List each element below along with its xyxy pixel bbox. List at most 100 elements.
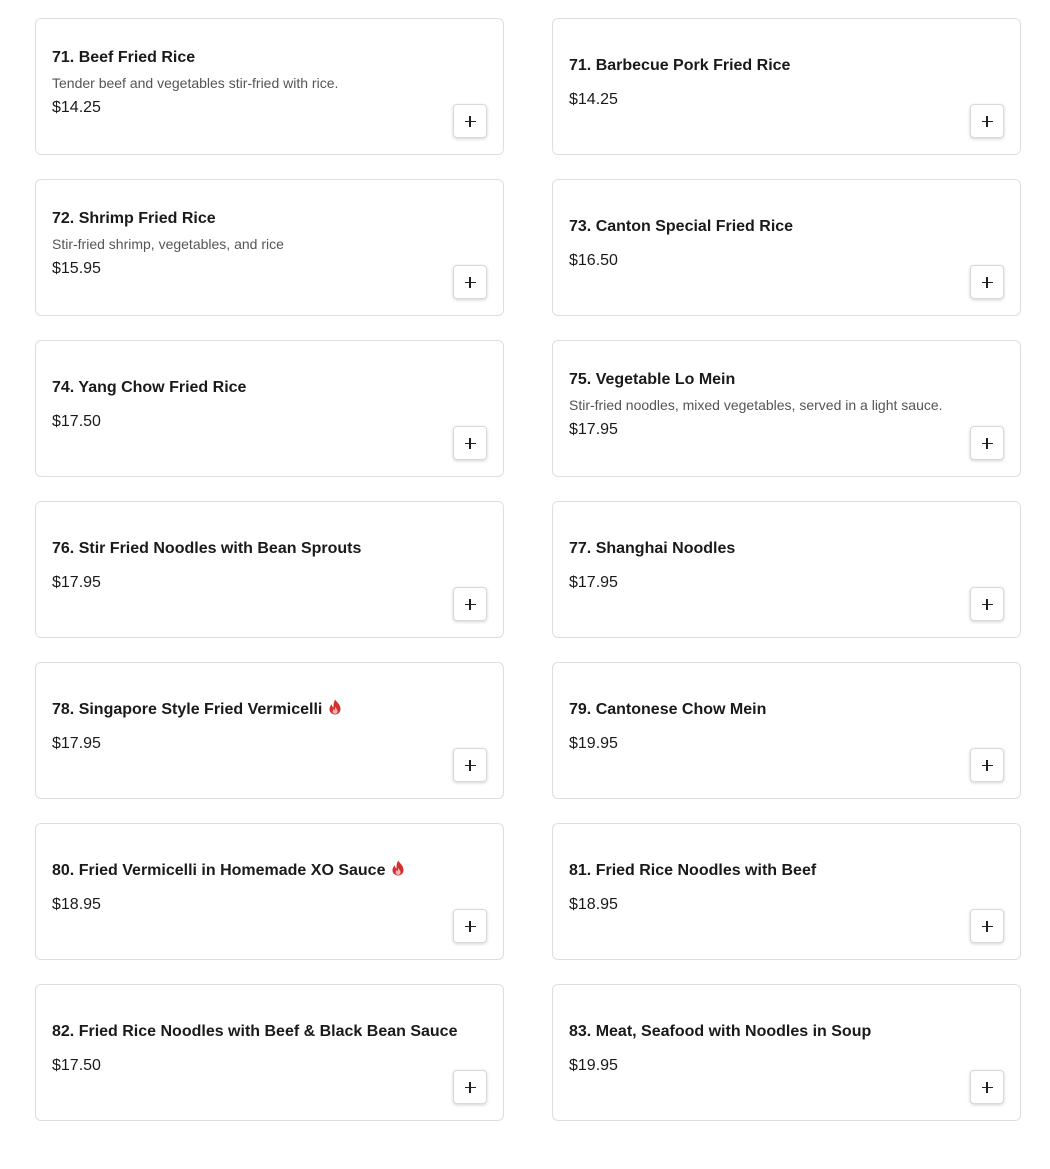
add-to-cart-button[interactable] xyxy=(453,587,487,621)
menu-item-card[interactable]: 72. Shrimp Fried Rice Stir-fried shrimp, … xyxy=(35,179,504,316)
menu-item-name: 72. Shrimp Fried Rice xyxy=(52,209,216,227)
menu-item-info: 71. Barbecue Pork Fried Rice $14.25 xyxy=(569,56,1004,118)
menu-item-price: $14.25 xyxy=(569,90,618,108)
add-to-cart-button[interactable] xyxy=(453,748,487,782)
plus-icon xyxy=(464,920,476,932)
menu-item-name: 76. Stir Fried Noodles with Bean Sprouts xyxy=(52,539,362,557)
plus-icon xyxy=(981,276,993,288)
plus-icon xyxy=(464,276,476,288)
menu-item-price: $18.95 xyxy=(52,895,101,913)
menu-item-name: 82. Fried Rice Noodles with Beef & Black… xyxy=(52,1022,458,1040)
spicy-flame-icon xyxy=(392,860,404,875)
menu-item-card[interactable]: 71. Barbecue Pork Fried Rice $14.25 xyxy=(552,18,1021,155)
menu-item-card[interactable]: 79. Cantonese Chow Mein $19.95 xyxy=(552,662,1021,799)
menu-item-price: $17.95 xyxy=(569,573,618,591)
add-to-cart-button[interactable] xyxy=(970,265,1004,299)
menu-item-price: $14.25 xyxy=(52,98,101,116)
menu-item-name: 74. Yang Chow Fried Rice xyxy=(52,378,247,396)
menu-item-info: 78. Singapore Style Fried Vermicelli $17.… xyxy=(52,699,487,762)
plus-icon xyxy=(981,115,993,127)
menu-item-info: 81. Fried Rice Noodles with Beef $18.95 xyxy=(569,861,1004,923)
menu-item-price: $16.50 xyxy=(569,251,618,269)
menu-item-price: $15.95 xyxy=(52,259,101,277)
menu-item-name-row: 75. Vegetable Lo Mein xyxy=(569,370,1004,390)
menu-item-card[interactable]: 76. Stir Fried Noodles with Bean Sprouts… xyxy=(35,501,504,638)
menu-item-price: $19.95 xyxy=(569,1056,618,1074)
menu-item-name: 78. Singapore Style Fried Vermicelli xyxy=(52,700,323,718)
menu-item-card[interactable]: 73. Canton Special Fried Rice $16.50 xyxy=(552,179,1021,316)
menu-item-name: 71. Barbecue Pork Fried Rice xyxy=(569,56,791,74)
menu-item-name-row: 79. Cantonese Chow Mein xyxy=(569,700,1004,720)
menu-item-name-row: 72. Shrimp Fried Rice xyxy=(52,209,487,229)
add-to-cart-button[interactable] xyxy=(453,104,487,138)
menu-item-card[interactable]: 71. Beef Fried Rice Tender beef and veget… xyxy=(35,18,504,155)
add-to-cart-button[interactable] xyxy=(453,426,487,460)
menu-item-card[interactable]: 81. Fried Rice Noodles with Beef $18.95 xyxy=(552,823,1021,960)
menu-item-card[interactable]: 80. Fried Vermicelli in Homemade XO Sauc… xyxy=(35,823,504,960)
menu-item-description: Stir-fried noodles, mixed vegetables, se… xyxy=(569,396,943,413)
plus-icon xyxy=(981,437,993,449)
menu-item-info: 73. Canton Special Fried Rice $16.50 xyxy=(569,217,1004,279)
menu-item-name: 73. Canton Special Fried Rice xyxy=(569,217,794,235)
menu-item-name-row: 78. Singapore Style Fried Vermicelli xyxy=(52,699,487,720)
menu-item-info: 83. Meat, Seafood with Noodles in Soup $1… xyxy=(569,1022,1004,1084)
menu-item-name-row: 74. Yang Chow Fried Rice xyxy=(52,378,487,398)
menu-item-card[interactable]: 74. Yang Chow Fried Rice $17.50 xyxy=(35,340,504,477)
menu-item-price: $17.50 xyxy=(52,412,101,430)
menu-item-price: $19.95 xyxy=(569,734,618,752)
menu-item-name-row: 80. Fried Vermicelli in Homemade XO Sauc… xyxy=(52,860,487,881)
menu-item-info: 75. Vegetable Lo Mein Stir-fried noodles,… xyxy=(569,370,1004,448)
menu-item-name: 81. Fried Rice Noodles with Beef xyxy=(569,861,817,879)
menu-item-name-row: 77. Shanghai Noodles xyxy=(569,539,1004,559)
menu-item-name-row: 71. Beef Fried Rice xyxy=(52,48,487,68)
plus-icon xyxy=(981,759,993,771)
add-to-cart-button[interactable] xyxy=(970,909,1004,943)
menu-item-name-row: 76. Stir Fried Noodles with Bean Sprouts xyxy=(52,539,487,559)
menu-item-info: 71. Beef Fried Rice Tender beef and veget… xyxy=(52,48,487,126)
menu-item-card[interactable]: 82. Fried Rice Noodles with Beef & Black… xyxy=(35,984,504,1121)
menu-item-card[interactable]: 77. Shanghai Noodles $17.95 xyxy=(552,501,1021,638)
menu-item-price: $17.95 xyxy=(569,420,618,438)
menu-item-name: 79. Cantonese Chow Mein xyxy=(569,700,767,718)
menu-item-card[interactable]: 75. Vegetable Lo Mein Stir-fried noodles,… xyxy=(552,340,1021,477)
add-to-cart-button[interactable] xyxy=(453,1070,487,1104)
menu-item-name-row: 81. Fried Rice Noodles with Beef xyxy=(569,861,1004,881)
add-to-cart-button[interactable] xyxy=(970,587,1004,621)
menu-item-description: Tender beef and vegetables stir-fried wi… xyxy=(52,74,339,91)
menu-item-name-row: 83. Meat, Seafood with Noodles in Soup xyxy=(569,1022,1004,1042)
add-to-cart-button[interactable] xyxy=(970,1070,1004,1104)
menu-item-name-row: 73. Canton Special Fried Rice xyxy=(569,217,1004,237)
menu-item-name: 77. Shanghai Noodles xyxy=(569,539,736,557)
plus-icon xyxy=(981,920,993,932)
plus-icon xyxy=(464,759,476,771)
menu-item-name: 80. Fried Vermicelli in Homemade XO Sauc… xyxy=(52,861,386,879)
menu-item-card[interactable]: 83. Meat, Seafood with Noodles in Soup $1… xyxy=(552,984,1021,1121)
menu-item-name-row: 82. Fried Rice Noodles with Beef & Black… xyxy=(52,1022,487,1042)
menu-item-info: 74. Yang Chow Fried Rice $17.50 xyxy=(52,378,487,440)
add-to-cart-button[interactable] xyxy=(970,748,1004,782)
menu-item-name-row: 71. Barbecue Pork Fried Rice xyxy=(569,56,1004,76)
menu-item-info: 77. Shanghai Noodles $17.95 xyxy=(569,539,1004,601)
menu-item-info: 80. Fried Vermicelli in Homemade XO Sauc… xyxy=(52,860,487,923)
plus-icon xyxy=(464,1081,476,1093)
menu-item-name: 83. Meat, Seafood with Noodles in Soup xyxy=(569,1022,872,1040)
menu-item-price: $17.95 xyxy=(52,734,101,752)
plus-icon xyxy=(464,437,476,449)
plus-icon xyxy=(464,598,476,610)
plus-icon xyxy=(981,1081,993,1093)
menu-item-info: 76. Stir Fried Noodles with Bean Sprouts… xyxy=(52,539,487,601)
menu-item-info: 72. Shrimp Fried Rice Stir-fried shrimp, … xyxy=(52,209,487,287)
plus-icon xyxy=(464,115,476,127)
menu-item-name: 75. Vegetable Lo Mein xyxy=(569,370,736,388)
plus-icon xyxy=(981,598,993,610)
menu-items-grid: 71. Beef Fried Rice Tender beef and veget… xyxy=(35,18,1021,1121)
add-to-cart-button[interactable] xyxy=(970,104,1004,138)
add-to-cart-button[interactable] xyxy=(453,265,487,299)
menu-item-description: Stir-fried shrimp, vegetables, and rice xyxy=(52,235,284,252)
menu-item-price: $18.95 xyxy=(569,895,618,913)
add-to-cart-button[interactable] xyxy=(970,426,1004,460)
menu-item-card[interactable]: 78. Singapore Style Fried Vermicelli $17.… xyxy=(35,662,504,799)
add-to-cart-button[interactable] xyxy=(453,909,487,943)
spicy-flame-icon xyxy=(329,699,341,714)
menu-item-info: 79. Cantonese Chow Mein $19.95 xyxy=(569,700,1004,762)
